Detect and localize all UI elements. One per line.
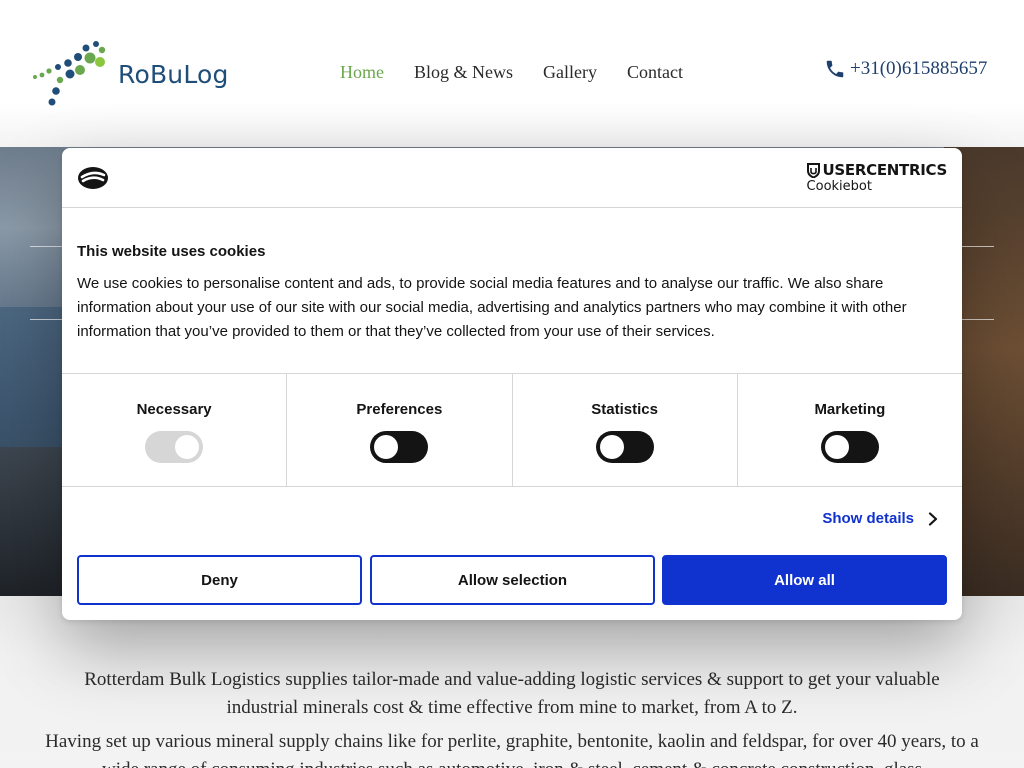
main-nav: Home Blog & News Gallery Contact <box>340 62 683 83</box>
toggle-knob <box>824 435 849 459</box>
category-label: Preferences <box>356 401 443 418</box>
allow-all-button[interactable]: Allow all <box>662 555 947 605</box>
shield-icon <box>806 162 820 178</box>
cookiebot-name: Cookiebot <box>806 179 872 194</box>
hero-ship-deck <box>0 447 70 596</box>
marketing-toggle[interactable] <box>820 431 879 463</box>
nav-blog-news[interactable]: Blog & News <box>414 62 513 83</box>
category-label: Necessary <box>136 401 212 418</box>
intro-paragraph-2: Having set up various mineral supply cha… <box>45 731 979 768</box>
toggle-knob <box>374 435 399 459</box>
category-preferences: Preferences <box>287 374 513 486</box>
show-details-link[interactable]: Show details <box>822 510 938 527</box>
toggle-knob <box>175 435 200 459</box>
consent-categories: Necessary Preferences Statistics Marketi… <box>62 373 962 487</box>
phone-number: +31(0)615885657 <box>850 58 988 79</box>
chevron-right-icon <box>928 511 938 526</box>
show-details-label: Show details <box>822 510 914 527</box>
intro-paragraph-1: Rotterdam Bulk Logistics supplies tailor… <box>84 669 940 718</box>
intro-section: Rotterdam Bulk Logistics supplies tailor… <box>0 596 1024 768</box>
usercentrics-brand[interactable]: USERCENTRICS Cookiebot <box>806 161 948 194</box>
category-necessary: Necessary <box>62 374 288 486</box>
nav-gallery[interactable]: Gallery <box>543 62 597 83</box>
category-label: Statistics <box>591 401 658 418</box>
dialog-title: This website uses cookies <box>77 243 266 260</box>
logo-dots-icon <box>33 41 106 106</box>
category-label: Marketing <box>814 401 886 418</box>
allow-selection-button[interactable]: Allow selection <box>370 555 655 605</box>
toggle-knob <box>599 435 624 459</box>
phone-link[interactable]: +31(0)615885657 <box>824 58 987 80</box>
site-header: RoBuLog Home Blog & News Gallery Contact… <box>0 0 1024 147</box>
necessary-toggle <box>145 431 204 463</box>
preferences-toggle[interactable] <box>370 431 429 463</box>
category-marketing: Marketing <box>738 374 962 486</box>
nav-home[interactable]: Home <box>340 62 384 83</box>
dialog-body-text: We use cookies to personalise content an… <box>77 275 907 340</box>
nav-contact[interactable]: Contact <box>627 62 683 83</box>
dialog-header: USERCENTRICS Cookiebot <box>62 148 962 208</box>
usercentrics-name: USERCENTRICS <box>822 161 948 179</box>
deny-button[interactable]: Deny <box>77 555 362 605</box>
cookie-consent-dialog: USERCENTRICS Cookiebot This website uses… <box>62 148 962 620</box>
category-statistics: Statistics <box>513 374 738 486</box>
statistics-toggle[interactable] <box>595 431 654 463</box>
phone-icon <box>826 60 844 78</box>
site-logo[interactable]: RoBuLog <box>30 38 240 116</box>
cookiebot-logo-icon <box>78 167 108 189</box>
logo-text: RoBuLog <box>118 60 229 89</box>
